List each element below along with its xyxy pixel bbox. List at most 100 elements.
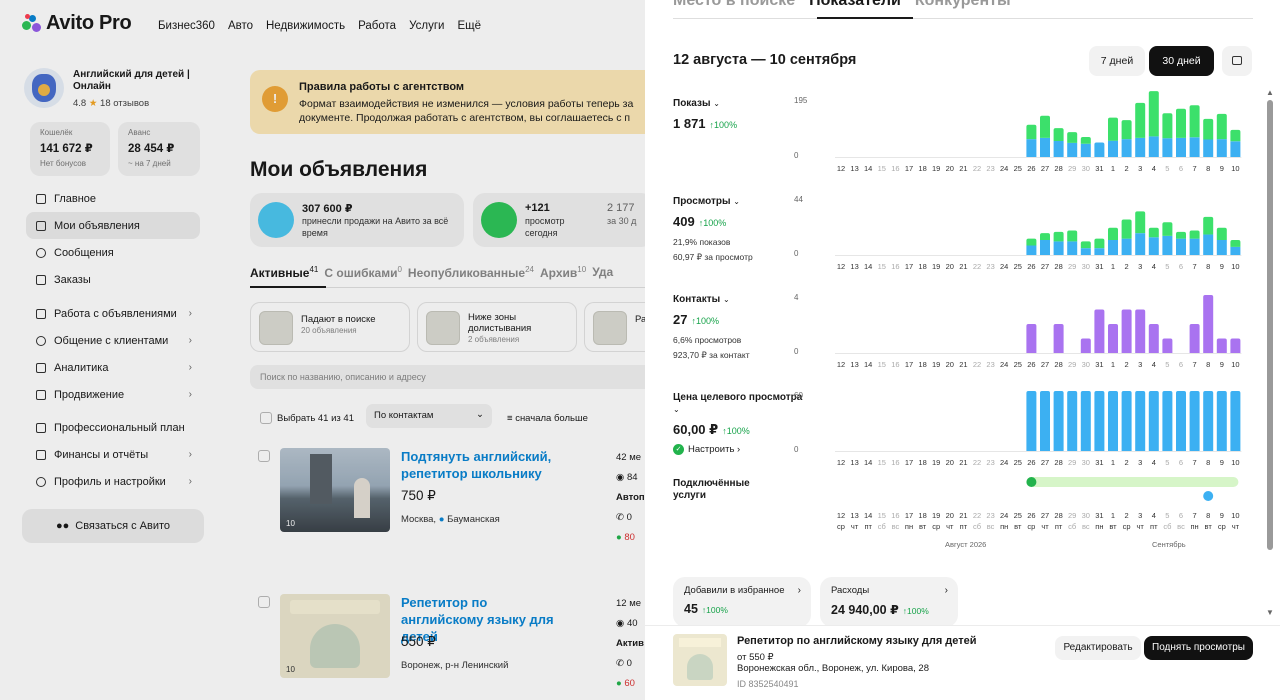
- chart-bar: [1080, 143, 1091, 157]
- x-tick-label: 10: [1231, 458, 1240, 467]
- x-tick-label: 1: [1110, 360, 1116, 369]
- x-tick-label: 22: [972, 458, 982, 467]
- x-tick-label: 1: [1110, 458, 1116, 467]
- x-tick-label: 26: [1027, 511, 1036, 520]
- scroll-down-icon[interactable]: ▼: [1266, 608, 1274, 617]
- x-tick-label: 23: [986, 360, 995, 369]
- chart-bar: [1121, 309, 1132, 353]
- x-tick-label: сб: [1068, 522, 1077, 531]
- metrics-charts: [835, 91, 1242, 501]
- x-tick-label: 26: [1027, 360, 1036, 369]
- x-tick-label: 29: [1068, 511, 1077, 520]
- expenses-value: 24 940,00 ₽: [831, 603, 899, 617]
- x-tick-label: 15: [877, 262, 886, 271]
- x-tick-label: 8: [1206, 262, 1211, 271]
- x-tick-label: сб: [877, 522, 886, 531]
- x-tick-label: 7: [1192, 164, 1197, 173]
- x-tick-label: 18: [918, 262, 927, 271]
- x-tick-label: 17: [904, 511, 914, 520]
- x-tick-label: 2: [1124, 511, 1129, 520]
- x-tick-label: 19: [932, 360, 941, 369]
- x-tick-label: 28: [1054, 262, 1063, 271]
- chart-bar: [1040, 240, 1050, 255]
- x-tick-label: 16: [891, 262, 900, 271]
- chart-bar: [1067, 230, 1078, 242]
- x-tick-label: 1: [1110, 164, 1116, 173]
- chart-bar: [1189, 391, 1200, 451]
- chart-bar: [1067, 391, 1078, 451]
- x-tick-label: 12: [836, 511, 846, 520]
- chart-bar: [1216, 113, 1227, 140]
- ad-address: Воронежская обл., Воронеж, ул. Кирова, 2…: [737, 663, 929, 674]
- x-tick-label: чт: [1041, 522, 1049, 531]
- x-tick-label: 29: [1068, 360, 1077, 369]
- raise-views-button[interactable]: Поднять просмотры: [1144, 636, 1253, 660]
- chart-bar: [1162, 113, 1173, 139]
- chart-bar: [1230, 338, 1241, 353]
- service-start-icon: [1026, 477, 1037, 487]
- x-tick-label: 17: [904, 360, 914, 369]
- x-tick-label: 28: [1054, 360, 1063, 369]
- scrollbar-thumb[interactable]: [1267, 100, 1273, 550]
- x-tick-label: 31: [1095, 360, 1104, 369]
- x-tick-label: 25: [1013, 164, 1022, 173]
- scroll-up-icon[interactable]: ▲: [1266, 88, 1274, 97]
- chart-bar: [1135, 233, 1146, 255]
- x-tick-label: 15: [877, 511, 886, 520]
- x-tick-label: 25: [1013, 458, 1022, 467]
- x-tick-label: 15: [877, 458, 886, 467]
- x-tick-label: 20: [945, 164, 954, 173]
- x-tick-label: 5: [1165, 511, 1170, 520]
- x-tick-label: 25: [1013, 511, 1022, 520]
- x-tick-label: 3: [1138, 511, 1143, 520]
- x-tick-label: 17: [904, 262, 914, 271]
- chart-bar: [1203, 139, 1214, 157]
- x-tick-label: сб: [1163, 522, 1172, 531]
- favorites-title: Добавили в избранное: [684, 585, 785, 596]
- connected-services-title: Подключённые услуги: [673, 478, 750, 501]
- modal-overlay[interactable]: [0, 0, 645, 700]
- chart-bar: [1121, 120, 1132, 140]
- x-tick-label: 28: [1054, 511, 1063, 520]
- chart-bar: [1067, 132, 1078, 143]
- chart-bar: [1189, 324, 1200, 353]
- chart-bar: [1094, 391, 1105, 451]
- x-tick-label: 13: [850, 262, 859, 271]
- x-tick-label: 29: [1068, 458, 1077, 467]
- chart-bar: [1176, 231, 1186, 239]
- x-tick-label: 27: [1040, 511, 1050, 520]
- favorites-change: ↑100%: [701, 605, 728, 615]
- expenses-card[interactable]: Расходы 24 940,00 ₽ ↑100% ›: [820, 577, 958, 627]
- x-tick-label: 23: [986, 511, 995, 520]
- x-tick-label: 18: [918, 511, 927, 520]
- x-tick-label: ср: [1217, 522, 1226, 531]
- x-tick-label: 4: [1151, 164, 1156, 173]
- chart-bar: [1080, 241, 1091, 249]
- chart-bar: [1203, 118, 1214, 140]
- edit-button[interactable]: Редактировать: [1055, 636, 1141, 660]
- favorites-card[interactable]: Добавили в избранное 45 ↑100% ›: [673, 577, 811, 627]
- chart-bar: [1216, 139, 1227, 157]
- chart-bar: [1203, 234, 1214, 255]
- x-tick-label: 8: [1206, 458, 1211, 467]
- chart-bar: [1162, 338, 1173, 353]
- chart-bar: [1162, 235, 1173, 255]
- chart-bar: [1053, 128, 1064, 141]
- x-tick-label: 12: [836, 164, 846, 173]
- x-tick-label: 26: [1027, 458, 1036, 467]
- x-tick-label: 23: [986, 164, 995, 173]
- services-timeline-bar: [1028, 477, 1239, 487]
- x-tick-label: 13: [850, 360, 859, 369]
- x-tick-label: чт: [1136, 522, 1144, 531]
- x-tick-label: 13: [850, 164, 859, 173]
- chart-bar: [1108, 227, 1118, 240]
- chart-bar: [1094, 142, 1105, 157]
- x-tick-label: 24: [1000, 360, 1009, 369]
- x-tick-label: 4: [1151, 511, 1156, 520]
- x-tick-label: 19: [932, 164, 941, 173]
- chart-bar: [1135, 211, 1146, 234]
- x-tick-label: 27: [1040, 458, 1050, 467]
- chart-bar: [1176, 108, 1186, 138]
- x-tick-label: 13: [850, 511, 859, 520]
- chart-bar: [1026, 391, 1037, 451]
